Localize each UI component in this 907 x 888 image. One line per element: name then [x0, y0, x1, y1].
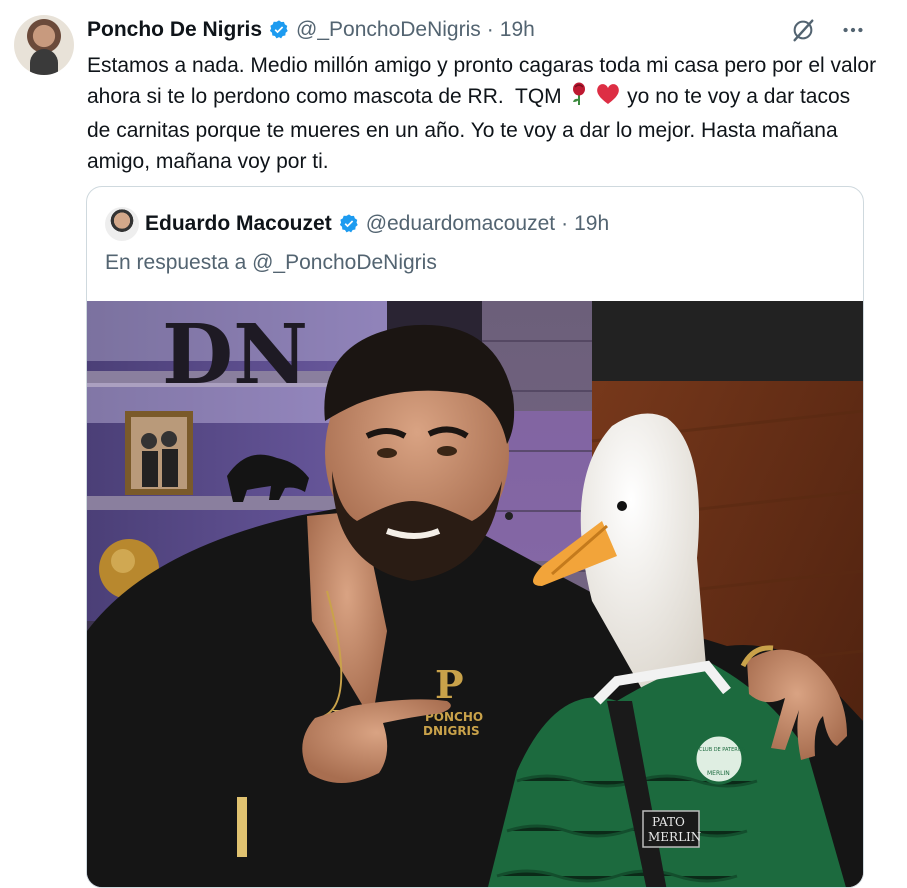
tweet-time[interactable]: 19h — [500, 18, 535, 42]
badge-bottom-text: MERLIN — [707, 770, 730, 777]
quoted-author-avatar[interactable] — [105, 207, 139, 241]
quoted-tweet-time[interactable]: 19h — [574, 212, 609, 236]
wall-dn-letters: DN — [162, 307, 308, 403]
patch-line1: PATO — [652, 815, 685, 829]
separator-dot: · — [561, 212, 569, 235]
author-avatar[interactable] — [14, 15, 74, 75]
more-options-icon[interactable] — [839, 16, 867, 44]
quoted-tweet-card[interactable]: Eduardo Macouzet @eduardomacouzet · 19h … — [86, 186, 864, 888]
shirt-brand-line2: DNIGRIS — [423, 724, 480, 738]
tweet-header: Poncho De Nigris @_PonchoDeNigris · 19h — [87, 14, 535, 46]
quoted-tweet-photo[interactable]: DN DN P PONCHO DNIGRIS — [87, 301, 863, 888]
author-name[interactable]: Poncho De Nigris — [87, 18, 262, 42]
quoted-tweet-header: Eduardo Macouzet @eduardomacouzet · 19h — [105, 207, 609, 241]
badge-top-text: CLUB DE PATEROS — [699, 747, 745, 753]
reply-context: En respuesta a @_PonchoDeNigris — [105, 251, 437, 274]
quoted-author-name[interactable]: Eduardo Macouzet — [145, 212, 332, 236]
quoted-author-handle[interactable]: @eduardomacouzet — [366, 212, 555, 236]
red-heart-emoji — [595, 82, 621, 115]
verified-badge-icon — [268, 19, 290, 41]
patch-line2: MERLIN — [648, 830, 701, 844]
tweet-text: Estamos a nada. Medio millón amigo y pro… — [87, 50, 877, 177]
grok-icon[interactable] — [789, 16, 817, 44]
separator-dot: · — [486, 18, 494, 41]
verified-badge-icon — [338, 213, 360, 235]
rose-emoji — [568, 82, 590, 115]
tweet-actions-top — [789, 16, 867, 44]
author-handle[interactable]: @_PonchoDeNigris — [296, 18, 481, 42]
